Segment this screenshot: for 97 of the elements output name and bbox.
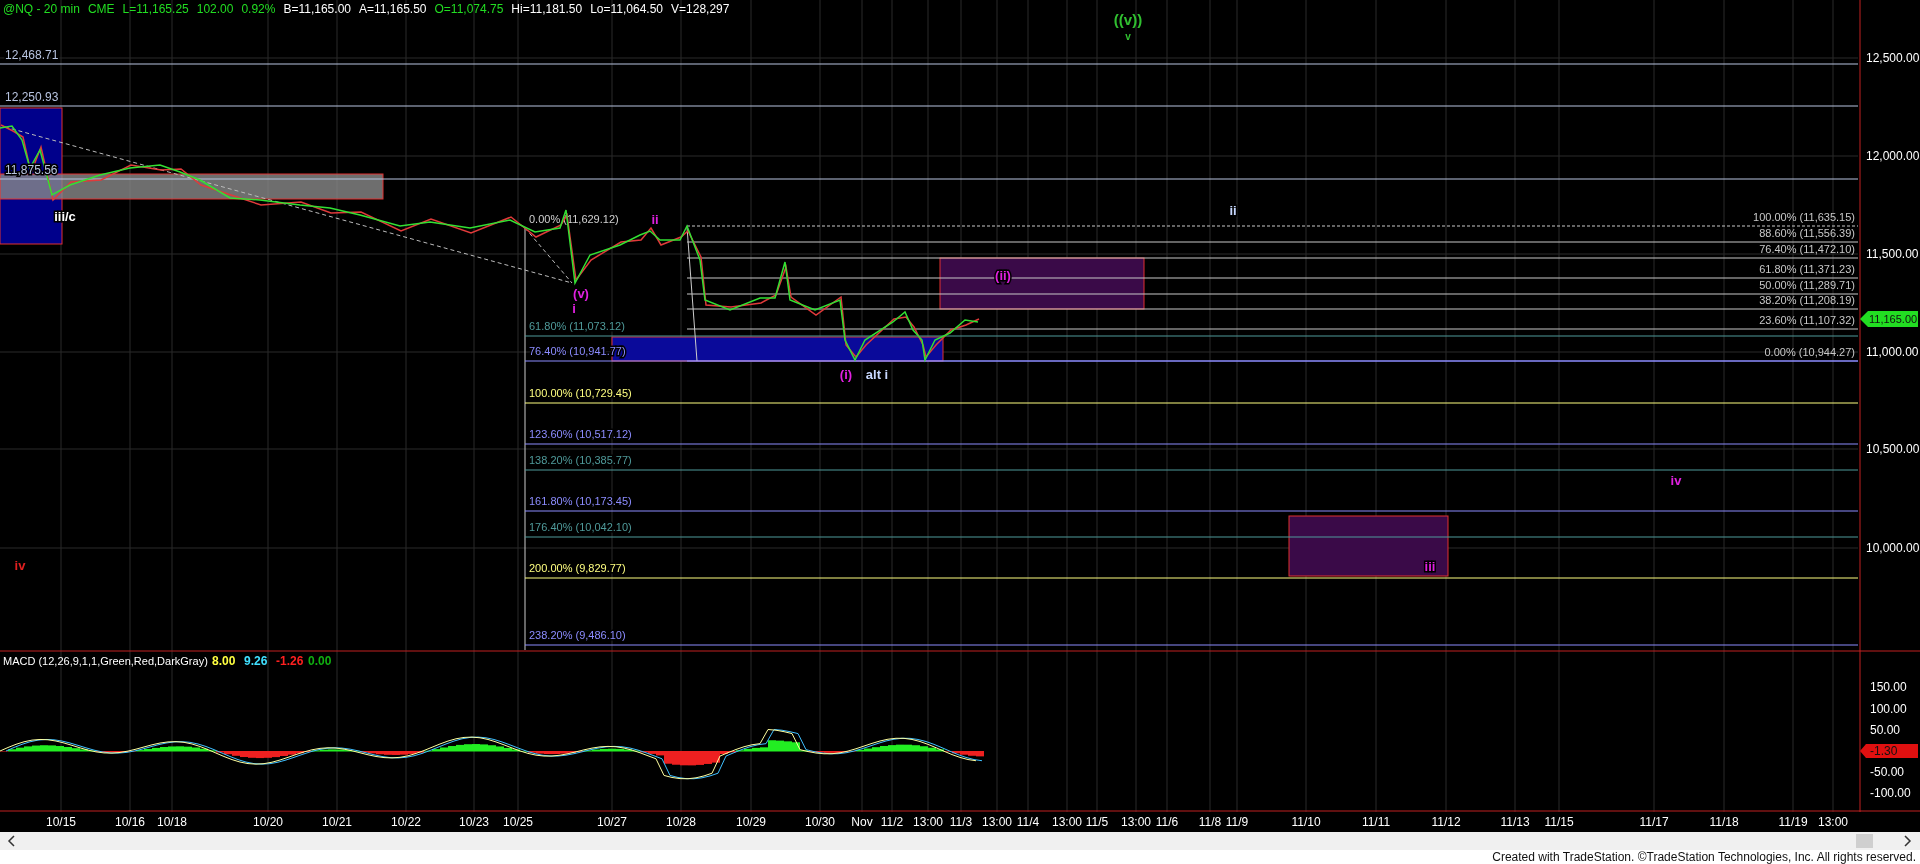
fib-level-label: 38.20% (11,208.19): [1759, 294, 1855, 306]
indicator-value: 0.00: [308, 654, 332, 668]
horizontal-scrollbar[interactable]: [0, 832, 1920, 850]
date-axis-label: 10/15: [46, 815, 76, 829]
quote-field: 0.92%: [241, 2, 276, 16]
indicator-value: 9.26: [244, 654, 268, 668]
quote-field: O=11,074.75: [434, 2, 504, 16]
fib-level-label: 23.60% (11,107.32): [1759, 314, 1855, 326]
date-axis-label: 11/11: [1361, 815, 1391, 829]
fib-level-label: 100.00% (10,729.45): [529, 387, 632, 399]
date-axis-label: 11/12: [1431, 815, 1461, 829]
date-axis-label: 11/19: [1778, 815, 1808, 829]
quote-field: A=11,165.50: [359, 2, 427, 16]
price-axis-label: 11,000.00: [1866, 345, 1919, 359]
wave-label: (v): [573, 286, 589, 301]
indicator-axis-label: -50.00: [1870, 765, 1905, 779]
fib-level-label: 61.80% (11,371.23): [1759, 263, 1855, 275]
scrollbar-thumb[interactable]: [1856, 834, 1873, 848]
date-axis-label: 10/18: [157, 815, 187, 829]
wave-label: (i): [839, 367, 853, 382]
wave-label: iii: [1424, 559, 1436, 574]
fib-level-label: 76.40% (11,472.10): [1759, 243, 1855, 255]
indicator-axis-label: 50.00: [1870, 723, 1901, 737]
date-axis-label: 11/5: [1085, 815, 1109, 829]
date-axis-label: 11/10: [1291, 815, 1321, 829]
date-axis-label: 11/4: [1016, 815, 1040, 829]
price-axis-label: 10,000.00: [1866, 541, 1920, 555]
fib-level-label: 161.80% (10,173.45): [529, 495, 632, 507]
date-axis-label: 13:00: [1818, 815, 1848, 829]
price-axis-label: 10,500.00: [1866, 442, 1920, 456]
date-axis-label: 10/16: [115, 815, 145, 829]
wave-label: ii: [1229, 203, 1237, 218]
wave-label: iv: [14, 558, 26, 573]
fib-level-label: 238.20% (9,486.10): [529, 629, 626, 641]
fib-level-label: 123.60% (10,517.12): [529, 428, 632, 440]
date-axis-label: 11/9: [1225, 815, 1249, 829]
level-label: 12,250.93: [5, 90, 59, 104]
quote-field: @NQ - 20 min: [3, 2, 80, 16]
quote-field: V=128,297: [671, 2, 730, 16]
fib-level-label: 138.20% (10,385.77): [529, 454, 632, 466]
wave-label: iii/c: [54, 209, 76, 224]
date-axis-label: 11/2: [880, 815, 904, 829]
date-axis-label: 10/20: [253, 815, 283, 829]
date-axis-label: 11/17: [1639, 815, 1669, 829]
indicator-value: -1.26: [276, 654, 304, 668]
date-axis-label: 10/25: [503, 815, 533, 829]
wave-label: i: [572, 301, 576, 316]
date-axis-label: 11/18: [1709, 815, 1739, 829]
date-axis-label: 10/27: [597, 815, 627, 829]
quote-field: CME: [87, 2, 115, 16]
scroll-left-icon[interactable]: [7, 835, 15, 847]
fib-level-label: 61.80% (11,073.12): [529, 320, 625, 332]
date-axis-label: 11/15: [1544, 815, 1574, 829]
price-axis-label: 12,500.00: [1866, 51, 1920, 65]
quote-field: Hi=11,181.50: [511, 2, 583, 16]
date-axis-label: 10/29: [736, 815, 766, 829]
wave-degree-label: ((v)): [1113, 11, 1143, 28]
fib-level-label: 50.00% (11,289.71): [1759, 279, 1855, 291]
date-axis-label: 11/8: [1198, 815, 1222, 829]
fib-level-label: 0.00% (10,944.27): [1764, 346, 1855, 358]
date-axis-label: 10/22: [391, 815, 421, 829]
footer-credit: Created with TradeStation. ©TradeStation Technologies, Inc. All rights reserved.: [1492, 850, 1916, 864]
indicator-title: MACD (12,26,9,1,1,Green,Red,DarkGray): [3, 655, 208, 667]
date-axis-label: 10/21: [322, 815, 352, 829]
wave-label: ii: [651, 212, 659, 227]
level-label: 12,468.71: [5, 48, 59, 62]
quote-field: B=11,165.00: [283, 2, 351, 16]
price-axis-label: 11,500.00: [1866, 247, 1919, 261]
date-axis-label: 13:00: [913, 815, 943, 829]
quote-field: L=11,165.25: [122, 2, 189, 16]
fib-level-label: 88.60% (11,556.39): [1759, 227, 1855, 239]
fib-level-label: 100.00% (11,635.15): [1753, 211, 1855, 223]
date-axis-label: 11/13: [1500, 815, 1530, 829]
last-price-tag: 11,165.00: [1860, 311, 1918, 327]
date-axis-label: 13:00: [982, 815, 1012, 829]
scroll-right-icon[interactable]: [1904, 835, 1912, 847]
date-axis-label: 11/3: [949, 815, 973, 829]
indicator-axis-label: 150.00: [1870, 680, 1907, 694]
date-axis-label: 13:00: [1052, 815, 1082, 829]
date-axis-label: 10/23: [459, 815, 489, 829]
quote-field: 102.00: [196, 2, 234, 16]
wave-label: alt i: [865, 367, 889, 382]
indicator-axis-label: 100.00: [1870, 702, 1907, 716]
fib-level-label: 176.40% (10,042.10): [529, 521, 632, 533]
date-axis-label: Nov: [851, 815, 873, 829]
wave-label: iv: [1670, 473, 1682, 488]
last-value-tag: -1.30: [1860, 744, 1918, 758]
quote-field: Lo=11,064.50: [590, 2, 664, 16]
wave-label: v: [1125, 31, 1131, 42]
date-axis-label: 11/6: [1155, 815, 1179, 829]
date-axis-label: 10/28: [666, 815, 696, 829]
date-axis-label: 13:00: [1121, 815, 1151, 829]
indicator-axis-label: -100.00: [1870, 786, 1911, 800]
indicator-value: 8.00: [212, 654, 236, 668]
fib-level-label: 200.00% (9,829.77): [529, 562, 626, 574]
price-axis-label: 12,000.00: [1866, 149, 1920, 163]
date-axis-label: 10/30: [805, 815, 835, 829]
